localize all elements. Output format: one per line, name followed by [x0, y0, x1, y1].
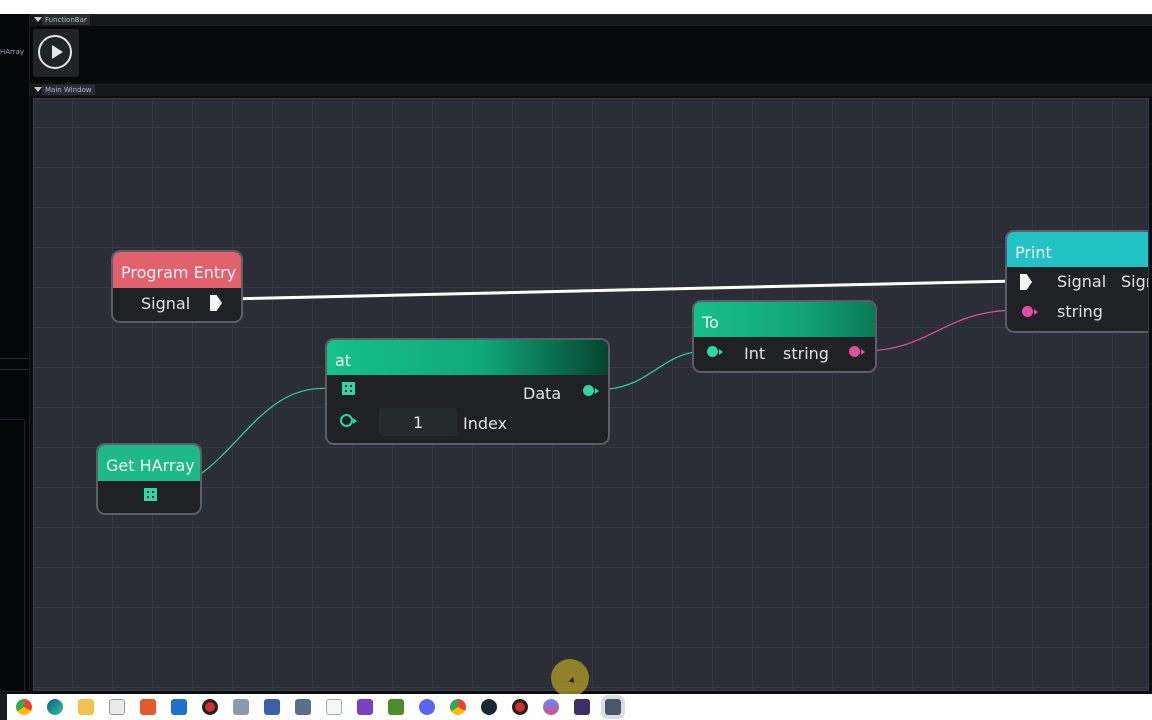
at-node[interactable]: at Data 1 Index [325, 338, 610, 445]
string-in-pin[interactable] [1022, 306, 1038, 317]
mouse-cursor-icon [568, 677, 577, 685]
node-title: Program Entry [121, 263, 237, 282]
signal-out-pin[interactable] [210, 295, 222, 311]
string-out-pin[interactable] [849, 346, 865, 357]
record-icon[interactable] [202, 699, 218, 715]
node-title: To [702, 313, 719, 332]
play-icon[interactable] [38, 35, 72, 69]
data-out-label: Data [523, 384, 562, 403]
function-bar [30, 26, 1152, 82]
chrome-icon[interactable] [450, 699, 466, 715]
steam-icon[interactable] [481, 699, 497, 715]
node-header: To [694, 302, 875, 337]
visual-studio-icon[interactable] [357, 699, 373, 715]
function-bar-header[interactable]: FunctionBar [30, 14, 1152, 26]
signal-out-label: Signal [141, 294, 191, 313]
mail-icon[interactable] [171, 699, 187, 715]
array-in-icon[interactable] [342, 382, 355, 395]
int-in-pin[interactable] [707, 346, 723, 357]
node-header: at [327, 340, 608, 375]
node-canvas[interactable]: Program Entry Signal Get HArray at Data … [33, 98, 1149, 691]
data-out-pin[interactable] [583, 385, 599, 396]
node-title: at [335, 351, 352, 370]
discord-icon[interactable] [419, 699, 435, 715]
file-explorer-icon[interactable] [78, 699, 94, 715]
edge-icon[interactable] [47, 699, 63, 715]
string-out-label: string [783, 344, 829, 363]
drop-icon[interactable] [543, 699, 559, 715]
node-header: Program Entry [113, 252, 241, 288]
function-bar-tab[interactable]: FunctionBar [42, 15, 90, 25]
signal-in-pin[interactable] [1020, 274, 1032, 290]
panel-box [0, 419, 25, 692]
divider [0, 369, 28, 370]
taskbar [0, 694, 1152, 720]
tool-icon[interactable] [233, 699, 249, 715]
index-label: Index [463, 414, 508, 433]
index-input[interactable]: 1 [379, 408, 457, 436]
print-node[interactable]: Print Signal Sign string [1005, 230, 1148, 333]
index-in-pin[interactable] [340, 414, 357, 427]
string-wire [866, 309, 1023, 352]
window-icon[interactable] [605, 699, 621, 715]
network-icon[interactable] [264, 699, 280, 715]
signal-out-label: Sign [1121, 272, 1148, 291]
node-title: Print [1015, 243, 1052, 262]
main-window-tab[interactable]: Main Window [42, 85, 95, 95]
to-node[interactable]: To Int string [692, 300, 877, 373]
get-harray-node[interactable]: Get HArray [96, 443, 202, 515]
start-edge[interactable] [0, 694, 7, 720]
array-out-icon[interactable] [144, 488, 157, 501]
left-panel: HArray [0, 14, 30, 692]
calculator-icon[interactable] [295, 699, 311, 715]
notepad-icon[interactable] [326, 699, 342, 715]
obs-icon[interactable] [512, 699, 528, 715]
main-window-header[interactable]: Main Window [30, 84, 1152, 96]
string-in-label: string [1057, 302, 1103, 321]
divider [0, 358, 28, 359]
program-entry-node[interactable]: Program Entry Signal [111, 250, 243, 323]
index-value: 1 [413, 413, 424, 432]
collapse-icon[interactable] [34, 17, 42, 22]
title-strip [0, 0, 1152, 14]
signal-wire [227, 279, 1017, 301]
signal-in-label: Signal [1057, 272, 1107, 291]
int-in-label: Int [744, 344, 766, 363]
chrome-icon[interactable] [16, 699, 32, 715]
left-panel-label[interactable]: HArray [0, 48, 24, 56]
cursor-highlight [551, 659, 589, 697]
calendar-icon[interactable] [109, 699, 125, 715]
node-title: Get HArray [106, 456, 195, 475]
collapse-icon[interactable] [34, 87, 42, 92]
play-button[interactable] [33, 29, 79, 77]
node-header: Get HArray [98, 445, 200, 481]
minecraft-icon[interactable] [388, 699, 404, 715]
terminal-icon[interactable] [574, 699, 590, 715]
node-header: Print [1007, 232, 1148, 267]
app-icon[interactable] [140, 699, 156, 715]
